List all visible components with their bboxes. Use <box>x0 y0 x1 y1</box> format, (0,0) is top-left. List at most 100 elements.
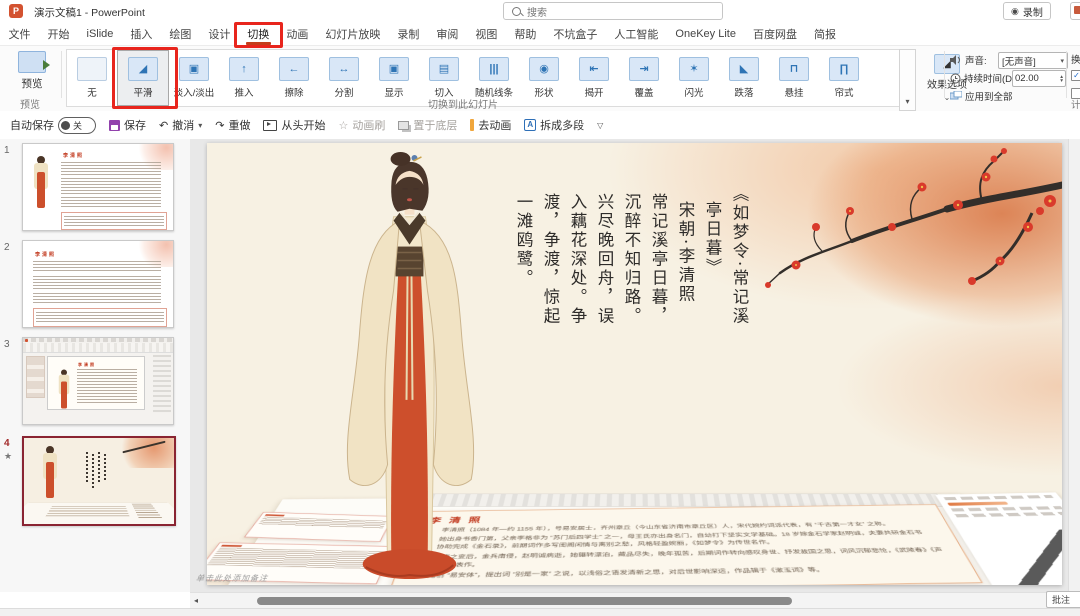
poem-line: 入藕花深处。争 <box>564 185 591 425</box>
tab-bukeng-box[interactable]: 不坑盒子 <box>545 22 606 45</box>
split-segments-button[interactable]: A 拆成多段 <box>524 117 584 133</box>
transition-cover[interactable]: ⇥ 覆盖 <box>619 50 669 106</box>
tab-jianbao[interactable]: 简报 <box>805 22 844 45</box>
tab-help[interactable]: 帮助 <box>506 22 545 45</box>
sound-row: 声音: <box>950 52 987 68</box>
slide-thumbnail-3[interactable]: 李清照 <box>22 337 174 425</box>
redo-icon: ↷ <box>215 119 224 132</box>
duration-row: 持续时间(D): <box>950 70 1018 86</box>
transition-hang[interactable]: ⊓ 悬挂 <box>769 50 819 106</box>
sound-select[interactable]: [无声音] ▾ <box>998 52 1068 69</box>
vertical-scrollbar[interactable] <box>1068 139 1080 592</box>
comments-button[interactable]: 批注 <box>1046 591 1080 608</box>
transition-flash[interactable]: ✶ 闪光 <box>669 50 719 106</box>
mini-floor-panels <box>22 502 176 526</box>
animation-painter-button[interactable]: ☆ 动画刷 <box>338 117 385 133</box>
transition-uncover[interactable]: ⇤ 揭开 <box>569 50 619 106</box>
tab-record[interactable]: 录制 <box>389 22 428 45</box>
undo-dropdown-icon[interactable]: ▾ <box>198 121 202 130</box>
powerpoint-icon: P <box>9 4 23 18</box>
transition-none[interactable]: 无 <box>67 50 117 106</box>
undo-icon: ↶ <box>159 119 168 132</box>
spinner-icons[interactable]: ▴▾ <box>1060 75 1063 83</box>
ribbon-transitions: 预览 预览 无 ◢ 平滑 ▣ 淡入/淡出 ↑ 推入 ← 擦除 ↔ 分割 ▣ <box>0 45 1080 113</box>
transition-wipe[interactable]: ← 擦除 <box>269 50 319 106</box>
search-input[interactable]: 搜索 <box>503 2 723 20</box>
slide-thumbnail-1[interactable]: 李清照 <box>22 143 174 231</box>
apply-to-all-button[interactable]: 应用到全部 <box>950 88 1013 104</box>
transition-cut-icon: ▤ <box>429 57 459 81</box>
transition-push-icon: ↑ <box>229 57 259 81</box>
scroll-left-icon[interactable]: ◂ <box>194 596 198 605</box>
slide-thumbnail-2[interactable]: 李清照 <box>22 240 174 328</box>
advance-slide-cut-column: 换 ✓ 计 <box>1071 46 1080 112</box>
scrollbar-thumb[interactable] <box>257 597 792 605</box>
transition-fall-over-icon: ◣ <box>729 57 759 81</box>
dropdown-arrow-icon: ▾ <box>1060 57 1064 65</box>
tab-file[interactable]: 文件 <box>0 22 39 45</box>
transition-split[interactable]: ↔ 分割 <box>319 50 369 106</box>
tab-draw[interactable]: 绘图 <box>161 22 200 45</box>
slide-thumbnail-4-selected[interactable] <box>22 436 176 526</box>
slide-canvas[interactable]: 李清照 李清照（1084 年—约 1155 年），号易安居士，齐州章丘（今山东省… <box>207 143 1062 585</box>
poem-line: 《如梦令·常记溪 <box>726 185 753 425</box>
transition-reveal[interactable]: ▣ 显示 <box>369 50 419 106</box>
transition-fall-over[interactable]: ◣ 跌落 <box>719 50 769 106</box>
toolbar-overflow-button[interactable]: ▽ <box>597 121 603 130</box>
horizontal-scrollbar[interactable]: ◂ ▸ <box>190 592 1080 609</box>
from-beginning-button[interactable]: 从头开始 <box>263 117 325 133</box>
transition-star-icon: ★ <box>4 451 12 462</box>
transition-push[interactable]: ↑ 推入 <box>219 50 269 106</box>
status-bar <box>0 608 1080 616</box>
gallery-more-button[interactable]: ▾ <box>899 49 916 111</box>
notes-placeholder[interactable]: 单击此处添加备注 <box>195 573 269 584</box>
transition-morph[interactable]: ◢ 平滑 <box>117 50 169 106</box>
tab-home[interactable]: 开始 <box>39 22 78 45</box>
presenter-button-partial[interactable] <box>1070 2 1080 20</box>
transition-shape[interactable]: ◉ 形状 <box>519 50 569 106</box>
send-to-back-button[interactable]: 置于底层 <box>398 117 457 133</box>
transition-morph-icon: ◢ <box>128 57 158 81</box>
transition-curtains[interactable]: ∏ 帘式 <box>819 50 869 106</box>
autosave-toggle[interactable]: 自动保存 关 <box>10 117 96 134</box>
redo-button[interactable]: ↷ 重做 <box>215 117 250 133</box>
save-button[interactable]: 保存 <box>109 117 146 133</box>
tab-review[interactable]: 审阅 <box>428 22 467 45</box>
tab-view[interactable]: 视图 <box>467 22 506 45</box>
checkbox-checked-icon[interactable]: ✓ <box>1071 70 1080 81</box>
poem-line: 沉醉不知归路。 <box>618 185 645 425</box>
clock-icon <box>950 73 961 84</box>
record-button[interactable]: ◉ 录制 <box>1003 2 1051 20</box>
transition-fade[interactable]: ▣ 淡入/淡出 <box>169 50 219 106</box>
transition-fade-icon: ▣ <box>179 57 209 81</box>
tab-animations[interactable]: 动画 <box>278 22 317 45</box>
tab-ai[interactable]: 人工智能 <box>606 22 667 45</box>
tab-baidu-netdisk[interactable]: 百度网盘 <box>744 22 805 45</box>
slide-number: 2 <box>4 242 18 253</box>
poem-line: 渡，争渡，惊起 <box>537 185 564 425</box>
toggle-off-icon[interactable]: 关 <box>58 117 96 134</box>
tab-slideshow[interactable]: 幻灯片放映 <box>317 22 389 45</box>
preview-icon <box>18 51 46 73</box>
transition-flash-icon: ✶ <box>679 57 709 81</box>
tab-insert[interactable]: 插入 <box>122 22 161 45</box>
transition-hang-icon: ⊓ <box>779 57 809 81</box>
slide-number-selected: 4 <box>4 438 18 449</box>
window-title: 演示文稿1 - PowerPoint <box>34 5 145 20</box>
timing-label-partial: 计 <box>1071 97 1080 111</box>
poem-text-vertical[interactable]: 《如梦令·常记溪 亭日暮》 宋朝·李清照 常记溪亭日暮， 沉醉不知归路。 兴尽晚… <box>495 185 753 425</box>
tab-design[interactable]: 设计 <box>200 22 239 45</box>
send-to-back-icon <box>398 121 409 130</box>
slide-number: 3 <box>4 339 18 350</box>
tab-islide[interactable]: iSlide <box>78 22 122 45</box>
mini-ppt-icon <box>25 339 28 342</box>
tab-transitions[interactable]: 切换 <box>239 22 278 45</box>
transition-curtains-icon: ∏ <box>829 57 859 81</box>
undo-button[interactable]: ↶ 撤消 ▾ <box>159 117 202 133</box>
poem-line: 宋朝·李清照 <box>672 185 699 425</box>
remove-animation-button[interactable]: 去动画 <box>470 117 511 133</box>
duration-input[interactable]: 02.00 ▴▾ <box>1012 70 1066 87</box>
preview-button[interactable]: 预览 <box>8 51 56 95</box>
tab-onekey-lite[interactable]: OneKey Lite <box>667 22 745 45</box>
slide-editor-area: 李清照 李清照（1084 年—约 1155 年），号易安居士，齐州章丘（今山东省… <box>190 139 1080 592</box>
